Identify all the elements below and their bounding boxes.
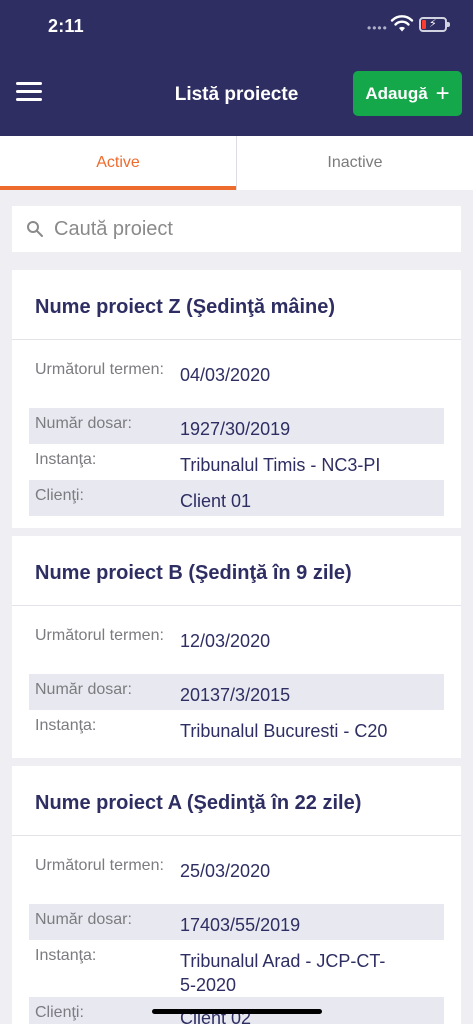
tab-bar: Active Inactive [0,136,473,190]
project-title: Nume proiect A (Şedinţă în 22 zile) [12,766,461,836]
status-bar: 2:11 •••• ⚡ [0,0,473,54]
next-term-row: Următorul termen: 25/03/2020 [29,850,444,886]
court-label: Instanţa: [35,947,97,964]
next-term-row: Următorul termen: 04/03/2020 [29,354,444,390]
next-term-value: 04/03/2020 [180,365,271,385]
next-term-value: 25/03/2020 [180,861,271,881]
home-indicator [152,1009,322,1014]
project-card[interactable]: Nume proiect Z (Şedinţă mâine) Următorul… [12,270,461,528]
next-term-label: Următorul termen: [35,361,164,378]
wifi-icon [390,15,414,32]
tab-inactive[interactable]: Inactive [236,136,473,190]
clients-value: Client 01 [180,491,252,511]
project-title: Nume proiect B (Şedinţă în 9 zile) [12,536,461,606]
court-value: Tribunalul Bucuresti - C20 [180,721,388,741]
tab-active[interactable]: Active [0,136,236,190]
court-value: Tribunalul Arad - JCP-CT-5-2020 [180,951,386,995]
battery-icon: ⚡ [419,17,450,32]
file-number-row: Număr dosar: 20137/3/2015 [29,674,444,710]
cellular-signal-icon: •••• [367,21,388,35]
court-label: Instanţa: [35,717,97,734]
project-card[interactable]: Nume proiect B (Şedinţă în 9 zile) Următ… [12,536,461,758]
file-number-label: Număr dosar: [35,911,132,928]
add-project-button[interactable]: Adaugă + [353,71,462,116]
file-number-label: Număr dosar: [35,681,132,698]
clients-label: Clienţi: [35,487,84,504]
next-term-value: 12/03/2020 [180,631,271,651]
file-number-row: Număr dosar: 17403/55/2019 [29,904,444,940]
court-row: Instanţa: Tribunalul Bucuresti - C20 [29,710,444,746]
court-label: Instanţa: [35,451,97,468]
top-bar: 2:11 •••• ⚡ Listă proiecte Adaugă + [0,0,473,136]
menu-icon[interactable] [16,82,42,102]
next-term-row: Următorul termen: 12/03/2020 [29,620,444,656]
project-card[interactable]: Nume proiect A (Şedinţă în 22 zile) Urmă… [12,766,461,1024]
search-bar [12,206,461,252]
status-time: 2:11 [48,16,84,36]
plus-icon: + [435,79,450,107]
file-number-label: Număr dosar: [35,415,132,432]
court-value: Tribunalul Timis - NC3-PI [180,455,381,475]
search-input[interactable] [54,217,434,241]
add-button-label: Adaugă [365,83,428,103]
file-number-value: 20137/3/2015 [180,685,291,705]
file-number-value: 1927/30/2019 [180,419,291,439]
next-term-label: Următorul termen: [35,857,164,874]
court-row: Instanţa: Tribunalul Timis - NC3-PI [29,444,444,480]
project-title: Nume proiect Z (Şedinţă mâine) [12,270,461,340]
file-number-row: Număr dosar: 1927/30/2019 [29,408,444,444]
search-icon [27,221,43,237]
next-term-label: Următorul termen: [35,627,164,644]
court-row: Instanţa: Tribunalul Arad - JCP-CT-5-202… [29,940,444,997]
file-number-value: 17403/55/2019 [180,915,301,935]
clients-row: Clienţi: Client 01 [29,480,444,516]
